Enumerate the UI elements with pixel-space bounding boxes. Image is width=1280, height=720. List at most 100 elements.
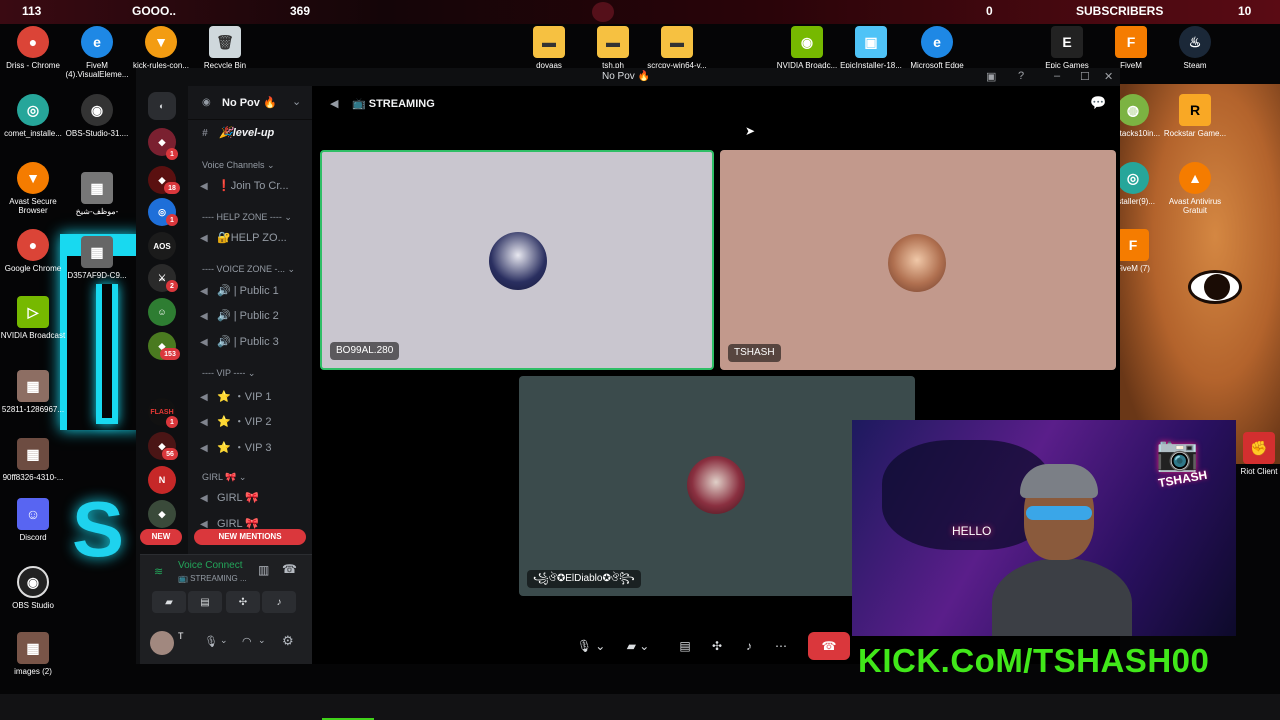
speaker-icon: ◀ (200, 493, 208, 504)
chevron-down-icon[interactable]: ⌄ (258, 635, 266, 646)
wallpaper-letter-t-stem (96, 284, 118, 424)
activities-icon[interactable]: ✣ (706, 632, 728, 660)
desktop-icon-obs-studio-installer[interactable]: ◉ OBS-Studio-31.... (64, 94, 130, 138)
server-badge: 1 (166, 148, 178, 160)
desktop-icon-images-2[interactable]: ▦ images (2) (0, 632, 66, 676)
streamer-figure (992, 464, 1132, 636)
participant-name: TSHASH (728, 344, 781, 362)
server-icon-11[interactable]: ◆ (148, 500, 176, 528)
inbox-icon[interactable]: ▣ (986, 70, 996, 83)
desktop-icon-google-chrome[interactable]: ● Google Chrome (0, 229, 66, 273)
desktop-icon-obs-studio[interactable]: ◉ OBS Studio (0, 566, 66, 610)
maximize-button[interactable]: ☐ (1080, 70, 1090, 83)
server-header[interactable]: ◉ No Pov 🔥 ⌄ (188, 86, 312, 120)
chevron-down-icon[interactable]: ⌄ (220, 635, 228, 646)
overlay-count: 113 (22, 4, 42, 18)
category-girl[interactable]: GIRL 🎀 ⌄ (202, 472, 246, 483)
category-help-zone[interactable]: ---- HELP ZONE ---- ⌄ (202, 212, 292, 223)
close-button[interactable]: ✕ (1104, 70, 1113, 83)
headphones-icon[interactable]: ◠ (242, 635, 252, 648)
channel-label: 🔊 | Public 1 (217, 285, 279, 297)
channel-label: ⭐ ・VIP 1 (217, 391, 272, 403)
participant-tile-tshash[interactable]: TSHASH (720, 150, 1116, 370)
desktop-icon-driss-chrome[interactable]: ● Driss - Chrome (0, 26, 66, 70)
desktop-icon-comet-installer[interactable]: ◎ comet_installe... (0, 94, 66, 138)
webcam-overlay: HELLO 📷 TSHASH (852, 420, 1236, 636)
desktop-icon-folder-scrcpy[interactable]: ▬ scrcpy-win64-v... (644, 26, 710, 70)
help-icon[interactable]: ? (1018, 70, 1024, 82)
screen-share-icon[interactable]: ▤ (674, 632, 696, 660)
disconnect-icon[interactable]: ☎ (282, 562, 297, 576)
desktop-icon-fivem[interactable]: e FiveM (4).VisualEleme... (64, 26, 130, 79)
desktop-icon-steam[interactable]: ♨ Steam (1162, 26, 1228, 70)
speaker-icon: ◀ (200, 233, 208, 244)
server-icon-netflix[interactable]: N (148, 466, 176, 494)
microphone-icon[interactable]: 🎙 (204, 635, 218, 648)
desktop-icon-fivem-2[interactable]: F FiveM (1098, 26, 1164, 70)
desktop-icon-epic-installer[interactable]: ▣ EpicInstaller-18... (838, 26, 904, 70)
server-icon-aos[interactable]: AOS (148, 232, 176, 260)
category-voice-channels[interactable]: Voice Channels ⌄ (202, 160, 275, 171)
voice-channel-label[interactable]: 📺 STREAMING ... (178, 574, 247, 583)
desktop-icon-image-file[interactable]: ▦ موظف-شيخ- (64, 172, 130, 216)
direct-messages-icon[interactable]: ◐ (148, 92, 176, 120)
desktop-icon-rockstar[interactable]: R Rockstar Game... (1162, 94, 1228, 138)
desktop-icon-image-52811[interactable]: ▦ 52811-1286967... (0, 370, 66, 414)
participant-name: ꧁ঔ✪ElDiablo✪ঔ꧂ (527, 570, 641, 588)
overlay-logo-icon (592, 2, 614, 22)
gear-icon[interactable]: ⚙ (282, 633, 294, 649)
desktop-icon-folder-tsh[interactable]: ▬ tsh.ph (580, 26, 646, 70)
server-icon-6[interactable]: ☺ (148, 298, 176, 326)
channel-public-1[interactable]: ◀ 🔊 | Public 1 (200, 284, 279, 297)
channel-girl-1[interactable]: ◀ GIRL 🎀 (200, 491, 259, 504)
desktop-icon-image-90ff[interactable]: ▦ 90ff8326-4310-... (0, 438, 66, 482)
desktop-icon-recycle-bin[interactable]: 🗑 Recycle Bin (192, 26, 258, 70)
channel-level-up[interactable]: # 🎉level-up (202, 126, 274, 139)
speaker-icon: ◀ (200, 311, 208, 322)
channel-help-zone[interactable]: ◀ 🔐HELP ZO... (200, 231, 287, 244)
desktop-icon-avast-antivirus[interactable]: ▲ Avast Antivirus Gratuit (1162, 162, 1228, 215)
noise-suppression-icon[interactable]: ▥ (258, 563, 269, 577)
server-name: No Pov 🔥 (222, 97, 277, 109)
channel-public-3[interactable]: ◀ 🔊 | Public 3 (200, 335, 279, 348)
camera-button[interactable]: ▰ ⌄ (618, 632, 658, 660)
desktop-icon-avast-browser[interactable]: ▼ Avast Secure Browser (0, 162, 66, 215)
channel-label: ⭐ ・VIP 2 (217, 416, 272, 428)
desktop-icon-image-d357[interactable]: ▦ D357AF9D-C9... (64, 236, 130, 280)
activity-button[interactable]: ✣ (226, 591, 260, 613)
microphone-button[interactable]: 🎙 ⌄ (576, 632, 606, 660)
soundboard-button[interactable]: ♪ (262, 591, 296, 613)
desktop-icon-discord[interactable]: ☺ Discord (0, 498, 66, 542)
speaker-icon: ◀ (200, 181, 208, 192)
desktop-icon-nvidia-broadcast[interactable]: ◉ NVIDIA Broadc... (774, 26, 840, 70)
channel-label: 🎉level-up (219, 127, 275, 139)
screen-share-button[interactable]: ▤ (188, 591, 222, 613)
channel-vip-1[interactable]: ◀ ⭐ ・VIP 1 (200, 388, 271, 404)
desktop-icon-microsoft-edge[interactable]: e Microsoft Edge (904, 26, 970, 70)
desktop-icon-kick-rules[interactable]: ▼ kick-rules-con... (128, 26, 194, 70)
desktop-icon-nvidia-broadcast-2[interactable]: ▷ NVIDIA Broadcast (0, 296, 66, 340)
soundboard-icon[interactable]: ♪ (738, 632, 760, 660)
speaker-icon: ◀ (330, 98, 339, 110)
camera-toggle-button[interactable]: ▰ (152, 591, 186, 613)
channel-vip-3[interactable]: ◀ ⭐ ・VIP 3 (200, 439, 271, 455)
new-mentions-button[interactable]: NEW MENTIONS (194, 529, 306, 545)
neon-sign-text: HELLO (952, 524, 992, 538)
more-options-icon[interactable]: ⋯ (770, 632, 792, 660)
category-vip[interactable]: ---- VIP ---- ⌄ (202, 368, 255, 379)
new-badge[interactable]: NEW (140, 529, 182, 545)
channel-vip-2[interactable]: ◀ ⭐ ・VIP 2 (200, 413, 271, 429)
category-voice-zone[interactable]: ---- VOICE ZONE -... ⌄ (202, 264, 295, 275)
title-bar: No Pov 🔥 ▣ ? – ☐ ✕ (136, 68, 1120, 86)
avatar[interactable] (150, 631, 174, 655)
voice-connected-label[interactable]: Voice Connect (178, 560, 243, 571)
speaker-icon: ◀ (200, 337, 208, 348)
desktop-icon-epic-games[interactable]: E Epic Games (1034, 26, 1100, 70)
desktop-icon-folder-dovaas[interactable]: ▬ dovaas (516, 26, 582, 70)
leave-call-button[interactable]: ☎ (808, 632, 850, 660)
participant-tile-bo99al[interactable]: BO99AL.280 (320, 150, 714, 370)
minimize-button[interactable]: – (1054, 70, 1060, 82)
chat-icon[interactable]: 💬 (1090, 95, 1106, 111)
channel-public-2[interactable]: ◀ 🔊 | Public 2 (200, 309, 279, 322)
channel-join-to-create[interactable]: ◀ ❗Join To Cr... (200, 179, 289, 192)
